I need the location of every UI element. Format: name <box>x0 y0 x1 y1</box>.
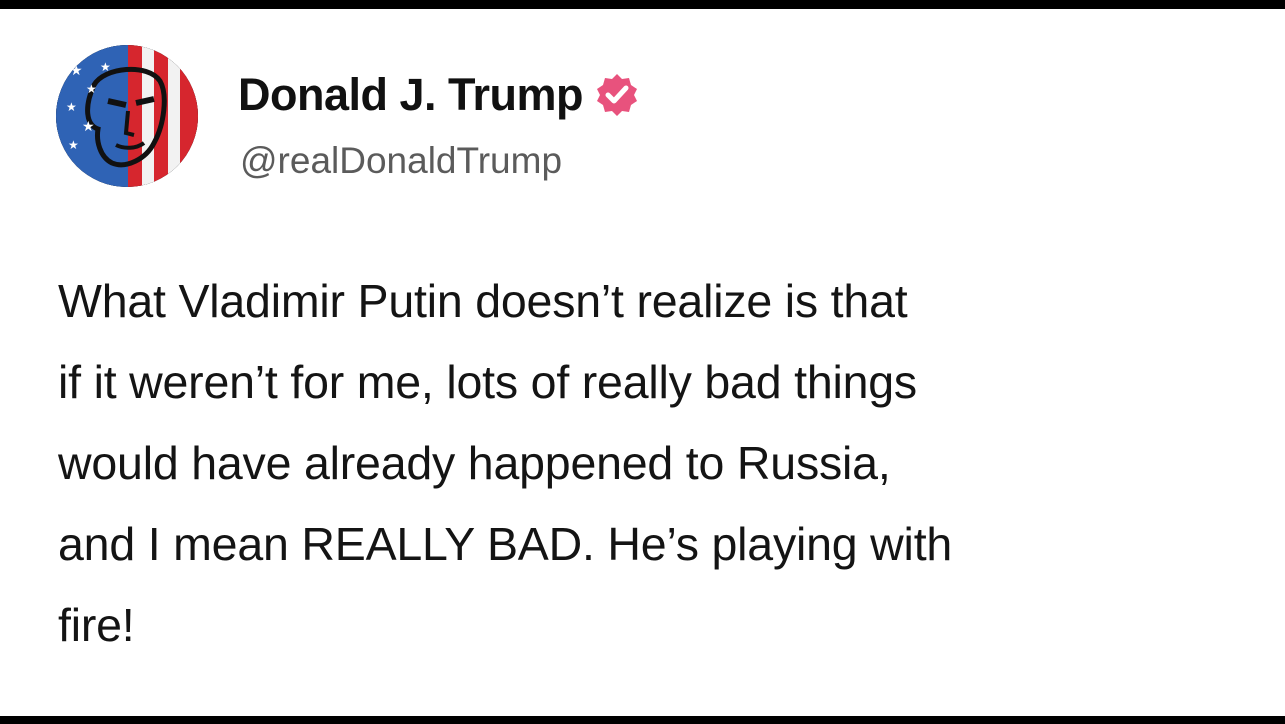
post-text: What Vladimir Putin doesn’t realize is t… <box>58 261 1273 666</box>
svg-text:★: ★ <box>68 138 79 152</box>
post-text-line: What Vladimir Putin doesn’t realize is t… <box>58 275 908 327</box>
author-name[interactable]: Donald J. Trump <box>238 69 584 121</box>
post-text-line: and I mean REALLY BAD. He’s playing with <box>58 518 953 570</box>
post-text-line: would have already happened to Russia, <box>58 437 891 489</box>
svg-text:★: ★ <box>70 63 83 79</box>
post-text-line: fire! <box>58 599 135 651</box>
post-text-line: if it weren’t for me, lots of really bad… <box>58 356 917 408</box>
post-card: ★ ★ ★ ★ ★ ★ Donald J. Trump @realDonaldT… <box>0 9 1285 716</box>
svg-text:★: ★ <box>100 60 111 74</box>
author-name-row[interactable]: Donald J. Trump <box>238 69 641 121</box>
flag-portrait-avatar-icon: ★ ★ ★ ★ ★ ★ <box>56 45 198 187</box>
bottom-frame-bar <box>0 716 1285 724</box>
verified-badge-icon <box>593 71 641 119</box>
svg-text:★: ★ <box>82 119 95 135</box>
svg-text:★: ★ <box>66 100 77 114</box>
svg-text:★: ★ <box>86 82 97 96</box>
top-frame-bar <box>0 0 1285 9</box>
avatar[interactable]: ★ ★ ★ ★ ★ ★ <box>56 45 198 187</box>
author-handle[interactable]: @realDonaldTrump <box>240 140 562 182</box>
